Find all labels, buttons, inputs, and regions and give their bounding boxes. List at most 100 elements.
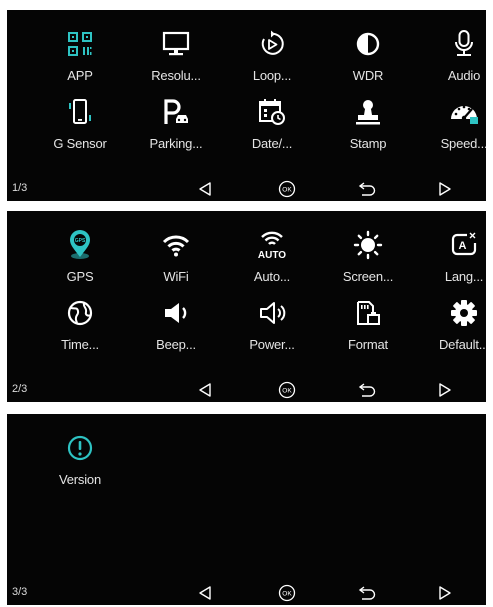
svg-text:GPS: GPS: [75, 238, 86, 244]
menu-item-label: GPS: [66, 269, 94, 284]
page-indicator: 3/3: [12, 586, 28, 598]
settings-screen-page-1: APP Resolu... Loop... WDR Audio G Sensor…: [7, 10, 486, 201]
ok-button[interactable]: OK: [275, 178, 299, 200]
menu-item-label: Auto...: [253, 269, 291, 284]
gps-pin-icon: GPS: [62, 227, 98, 263]
bottom-nav-bar: 3/3 OK: [7, 581, 486, 605]
microphone-icon: [446, 26, 482, 62]
language-icon: A: [446, 227, 482, 263]
menu-item-beep[interactable]: Beep...: [128, 295, 224, 355]
menu-item-format[interactable]: Format: [320, 295, 416, 355]
settings-screen-page-2: GPS GPS WiFi AUTO Auto... Screen... A La…: [7, 211, 486, 402]
menu-item-label: Format: [348, 337, 388, 352]
previous-page-button[interactable]: [193, 582, 217, 604]
auto-icon-text: AUTO: [258, 250, 286, 261]
ok-circle-icon: OK: [278, 180, 296, 198]
ok-icon-text: OK: [282, 388, 292, 395]
menu-item-date-time[interactable]: Date/...: [224, 94, 320, 154]
page-indicator: 2/3: [12, 383, 28, 395]
menu-item-label: Loop...: [252, 68, 292, 83]
menu-item-wdr[interactable]: WDR: [320, 26, 416, 86]
menu-item-label: Time...: [61, 337, 99, 352]
wdr-contrast-icon: [350, 26, 386, 62]
g-sensor-icon: [62, 94, 98, 130]
menu-item-wifi[interactable]: WiFi: [128, 227, 224, 287]
menu-item-resolution[interactable]: Resolu...: [128, 26, 224, 86]
menu-item-label: Default...: [438, 337, 486, 352]
menu-item-label: Date/...: [251, 136, 293, 151]
menu-item-audio[interactable]: Audio: [416, 26, 486, 86]
menu-item-label: WDR: [352, 68, 384, 83]
menu-item-label: Speed...: [440, 136, 486, 151]
menu-item-label: WiFi: [163, 269, 189, 284]
menu-item-default[interactable]: Default...: [416, 295, 486, 355]
menu-item-label: Lang...: [444, 269, 484, 284]
menu-item-stamp[interactable]: Stamp: [320, 94, 416, 154]
menu-item-g-sensor[interactable]: G Sensor: [32, 94, 128, 154]
settings-screen-page-3: Version 3/3 OK: [7, 414, 486, 605]
menu-item-label: Resolu...: [151, 68, 201, 83]
menu-item-label: APP: [67, 68, 93, 83]
language-icon-text: A: [459, 240, 467, 252]
ok-icon-text: OK: [282, 187, 292, 194]
loop-recording-icon: [254, 26, 290, 62]
bottom-nav-bar: 1/3 OK: [7, 177, 486, 201]
page-indicator: 1/3: [12, 182, 28, 194]
menu-item-time-zone[interactable]: Time...: [32, 295, 128, 355]
menu-item-label: Screen...: [342, 269, 394, 284]
ok-button[interactable]: OK: [275, 379, 299, 401]
menu-item-parking[interactable]: Parking...: [128, 94, 224, 154]
menu-item-power[interactable]: Power...: [224, 295, 320, 355]
bottom-nav-bar: 2/3 OK: [7, 378, 486, 402]
menu-item-screen[interactable]: Screen...: [320, 227, 416, 287]
ok-button[interactable]: OK: [275, 582, 299, 604]
menu-item-speed[interactable]: Speed...: [416, 94, 486, 154]
triangle-left-icon: [199, 586, 211, 600]
menu-item-label: Stamp: [349, 136, 387, 151]
next-page-button[interactable]: [433, 379, 457, 401]
triangle-right-icon: [439, 383, 451, 397]
triangle-left-icon: [199, 182, 211, 196]
monitor-icon: [158, 26, 194, 62]
parking-icon: [158, 94, 194, 130]
back-button[interactable]: [356, 379, 380, 401]
return-arrow-icon: [358, 586, 376, 600]
power-speaker-icon: [254, 295, 290, 331]
return-arrow-icon: [358, 383, 376, 397]
menu-item-label: Power...: [249, 337, 295, 352]
ok-icon-text: OK: [282, 591, 292, 598]
menu-item-app[interactable]: APP: [32, 26, 128, 86]
triangle-right-icon: [439, 586, 451, 600]
auto-wifi-icon: AUTO: [254, 227, 290, 263]
previous-page-button[interactable]: [193, 178, 217, 200]
menu-item-label: G Sensor: [53, 136, 107, 151]
menu-item-label: Audio: [447, 68, 481, 83]
ok-circle-icon: OK: [278, 381, 296, 399]
speedometer-icon: [446, 94, 482, 130]
menu-item-loop[interactable]: Loop...: [224, 26, 320, 86]
menu-item-label: Beep...: [156, 337, 196, 352]
menu-item-language[interactable]: A Lang...: [416, 227, 486, 287]
next-page-button[interactable]: [433, 582, 457, 604]
gear-icon: [446, 295, 482, 331]
triangle-right-icon: [439, 182, 451, 196]
screen-brightness-icon: [350, 227, 386, 263]
ok-circle-icon: OK: [278, 584, 296, 602]
menu-item-gps[interactable]: GPS GPS: [32, 227, 128, 287]
back-button[interactable]: [356, 582, 380, 604]
return-arrow-icon: [358, 182, 376, 196]
speaker-icon: [158, 295, 194, 331]
calendar-clock-icon: [254, 94, 290, 130]
menu-item-version[interactable]: Version: [32, 430, 128, 490]
menu-item-label: Version: [59, 472, 101, 487]
sd-card-format-icon: [350, 295, 386, 331]
menu-item-auto-wifi[interactable]: AUTO Auto...: [224, 227, 320, 287]
info-exclamation-icon: [62, 430, 98, 466]
next-page-button[interactable]: [433, 178, 457, 200]
menu-item-label: Parking...: [149, 136, 203, 151]
previous-page-button[interactable]: [193, 379, 217, 401]
timezone-globe-icon: [62, 295, 98, 331]
triangle-left-icon: [199, 383, 211, 397]
back-button[interactable]: [356, 178, 380, 200]
stamp-icon: [350, 94, 386, 130]
